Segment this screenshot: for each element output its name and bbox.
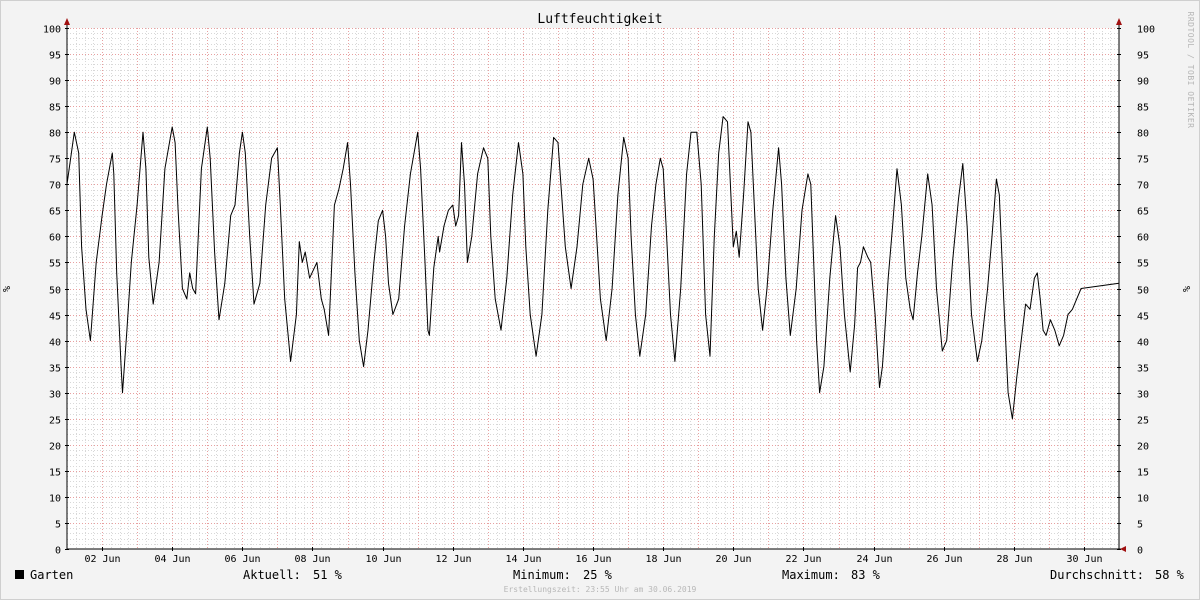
legend-durchschnitt-label: Durchschnitt: [1050,568,1144,582]
x-tick-label: 24 Jun [856,554,892,565]
chart-title: Luftfeuchtigkeit [537,12,662,27]
legend-minimum-label: Minimum: [513,568,571,582]
legend-maximum-value: 83 % [851,568,881,582]
y-tick-label: 20 [49,442,61,453]
y-tick-label: 35 [1137,364,1149,375]
humidity-chart: Luftfeuchtigkeit 05101520253035404550556… [0,0,1200,600]
y-tick-label: 60 [49,233,61,244]
y-tick-label: 85 [49,103,61,114]
legend-aktuell-value: 51 % [313,568,343,582]
y-tick-label: 90 [1137,77,1149,88]
legend-durchschnitt-value: 58 % [1155,568,1185,582]
x-tick-label: 08 Jun [294,554,330,565]
x-tick-label: 28 Jun [996,554,1032,565]
y-tick-label: 75 [1137,155,1149,166]
y-tick-label: 30 [49,390,61,401]
y-tick-label: 25 [1137,416,1149,427]
footer-timestamp: Erstellungszeit: 23:55 Uhr am 30.06.2019 [504,585,697,594]
y-tick-label: 45 [49,312,61,323]
y-tick-label: 0 [1137,546,1143,557]
y-tick-label: 45 [1137,312,1149,323]
legend-aktuell-label: Aktuell: [243,568,301,582]
y-tick-label: 95 [49,51,61,62]
x-tick-label: 22 Jun [785,554,821,565]
x-tick-label: 20 Jun [715,554,751,565]
x-tick-label: 26 Jun [926,554,962,565]
y-tick-label: 55 [49,259,61,270]
y-axis-label-left: % [2,286,13,292]
y-tick-label: 100 [1137,25,1155,36]
y-tick-label: 25 [49,416,61,427]
x-tick-label: 06 Jun [224,554,260,565]
y-tick-label: 15 [49,468,61,479]
y-tick-label: 5 [1137,520,1143,531]
y-tick-label: 50 [49,286,61,297]
y-tick-label: 55 [1137,259,1149,270]
x-tick-label: 10 Jun [365,554,401,565]
y-tick-label: 60 [1137,233,1149,244]
x-tick-label: 16 Jun [575,554,611,565]
y-tick-label: 20 [1137,442,1149,453]
watermark: RRDTOOL / TOBI OETIKER [1186,12,1195,129]
y-tick-label: 5 [55,520,61,531]
x-tick-label: 02 Jun [84,554,120,565]
y-tick-label: 75 [49,155,61,166]
y-tick-label: 40 [1137,338,1149,349]
legend-maximum-label: Maximum: [782,568,840,582]
legend-series-name: Garten [30,568,73,582]
legend-swatch [15,570,24,579]
y-tick-label: 100 [43,25,61,36]
x-tick-label: 18 Jun [645,554,681,565]
y-tick-label: 80 [49,129,61,140]
x-axis: 02 Jun 04 Jun 06 Jun 08 Jun 10 Jun 12 Jun 14 J… [84,554,1102,565]
y-tick-label: 85 [1137,103,1149,114]
y-tick-label: 50 [1137,286,1149,297]
y-axis-label-right: % [1182,286,1193,292]
y-tick-label: 80 [1137,129,1149,140]
y-tick-label: 70 [1137,181,1149,192]
x-tick-label: 14 Jun [505,554,541,565]
y-tick-label: 10 [1137,494,1149,505]
y-tick-label: 0 [55,546,61,557]
y-tick-label: 70 [49,181,61,192]
y-tick-label: 30 [1137,390,1149,401]
y-tick-label: 90 [49,77,61,88]
x-tick-label: 04 Jun [154,554,190,565]
y-tick-label: 65 [49,207,61,218]
y-tick-label: 65 [1137,207,1149,218]
y-tick-label: 95 [1137,51,1149,62]
legend-minimum-value: 25 % [583,568,613,582]
y-tick-label: 40 [49,338,61,349]
x-tick-label: 12 Jun [435,554,471,565]
y-tick-label: 15 [1137,468,1149,479]
y-tick-label: 10 [49,494,61,505]
y-tick-label: 35 [49,364,61,375]
x-tick-label: 30 Jun [1066,554,1102,565]
